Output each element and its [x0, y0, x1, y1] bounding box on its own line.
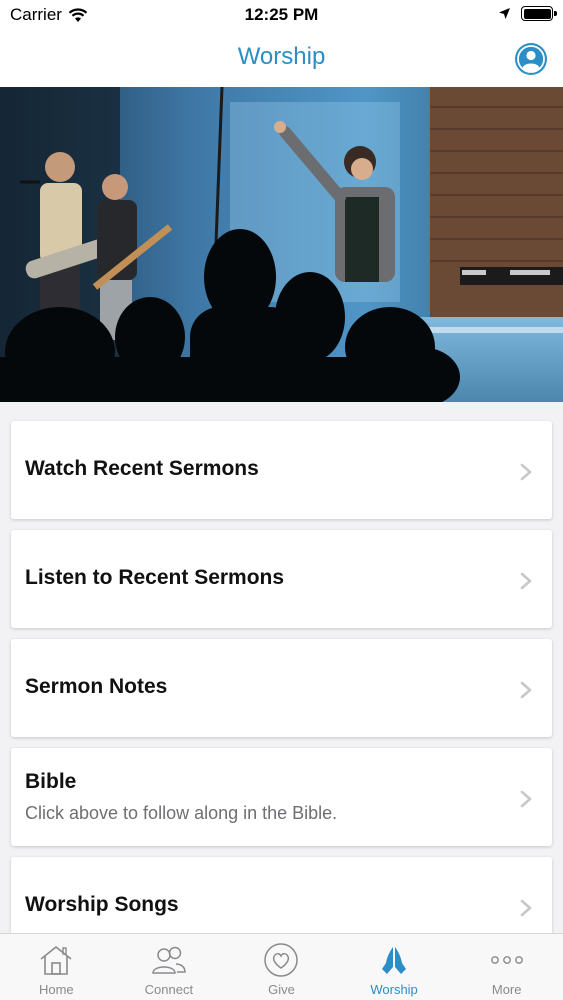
tab-worship[interactable]: Worship: [338, 934, 451, 1000]
tab-more[interactable]: More: [450, 934, 563, 1000]
battery-icon: [521, 6, 557, 21]
menu-item-subtitle: Click above to follow along in the Bible…: [25, 803, 338, 823]
chevron-right-icon: [520, 572, 532, 590]
tab-give[interactable]: Give: [225, 934, 338, 1000]
user-icon: [517, 45, 545, 73]
tab-bar: Home Connect Give Worship More: [0, 933, 563, 1000]
menu-item-worship-songs[interactable]: Worship Songs: [11, 857, 552, 933]
menu-item-title: Watch Recent Sermons: [25, 457, 259, 480]
chevron-right-icon: [520, 790, 532, 808]
tab-label: Connect: [144, 982, 194, 997]
menu-item-title: Bible: [25, 770, 77, 793]
worship-band-photo: [0, 87, 563, 402]
menu-item-title: Listen to Recent Sermons: [25, 566, 285, 589]
chevron-right-icon: [520, 463, 532, 481]
menu-list: Watch Recent Sermons Listen to Recent Se…: [0, 402, 563, 933]
chevron-right-icon: [520, 681, 532, 699]
tab-label: Worship: [370, 982, 418, 997]
heart-icon: [264, 943, 299, 977]
tab-label: More: [491, 982, 522, 997]
tab-label: Home: [38, 982, 74, 997]
menu-item-title: Sermon Notes: [25, 675, 168, 698]
profile-button[interactable]: [515, 43, 547, 75]
praying-hands-icon: [382, 947, 407, 974]
home-icon: [40, 946, 72, 975]
menu-item-listen-recent-sermons[interactable]: Listen to Recent Sermons: [11, 530, 552, 628]
navigation-bar: Worship: [0, 30, 563, 87]
location-arrow-icon: [499, 8, 510, 19]
chevron-right-icon: [520, 899, 532, 917]
tab-label: Give: [268, 982, 295, 997]
hero-image: [0, 87, 563, 402]
menu-item-title: Worship Songs: [25, 893, 179, 916]
tab-home[interactable]: Home: [0, 934, 113, 1000]
tab-connect[interactable]: Connect: [113, 934, 226, 1000]
menu-item-sermon-notes[interactable]: Sermon Notes: [11, 639, 552, 737]
people-icon: [152, 946, 186, 974]
status-bar: Carrier 12:25 PM: [0, 0, 563, 30]
page-title: Worship: [237, 43, 326, 70]
status-time: 12:25 PM: [244, 5, 319, 24]
menu-item-bible[interactable]: Bible Click above to follow along in the…: [11, 748, 552, 846]
menu-item-watch-recent-sermons[interactable]: Watch Recent Sermons: [11, 421, 552, 519]
more-icon: [490, 956, 523, 964]
